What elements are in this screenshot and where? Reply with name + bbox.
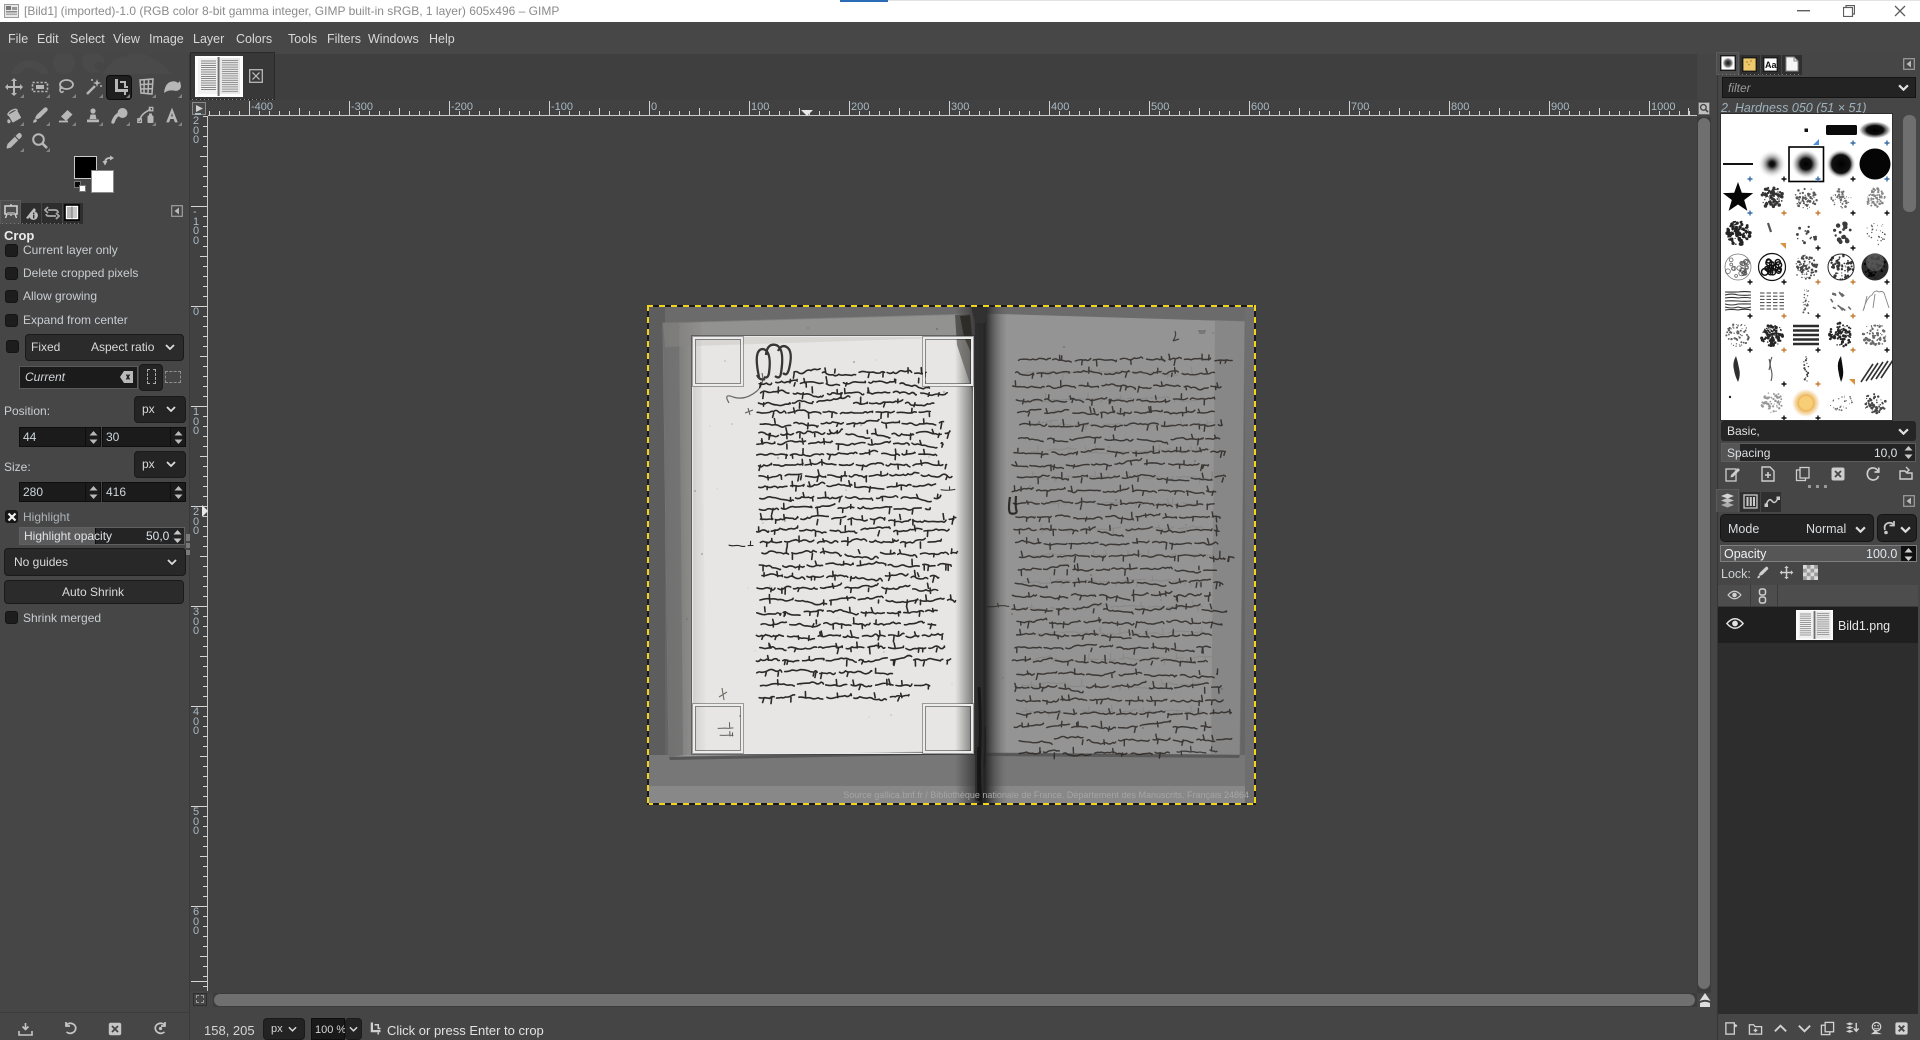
svg-text:Aa: Aa [1765, 60, 1777, 70]
